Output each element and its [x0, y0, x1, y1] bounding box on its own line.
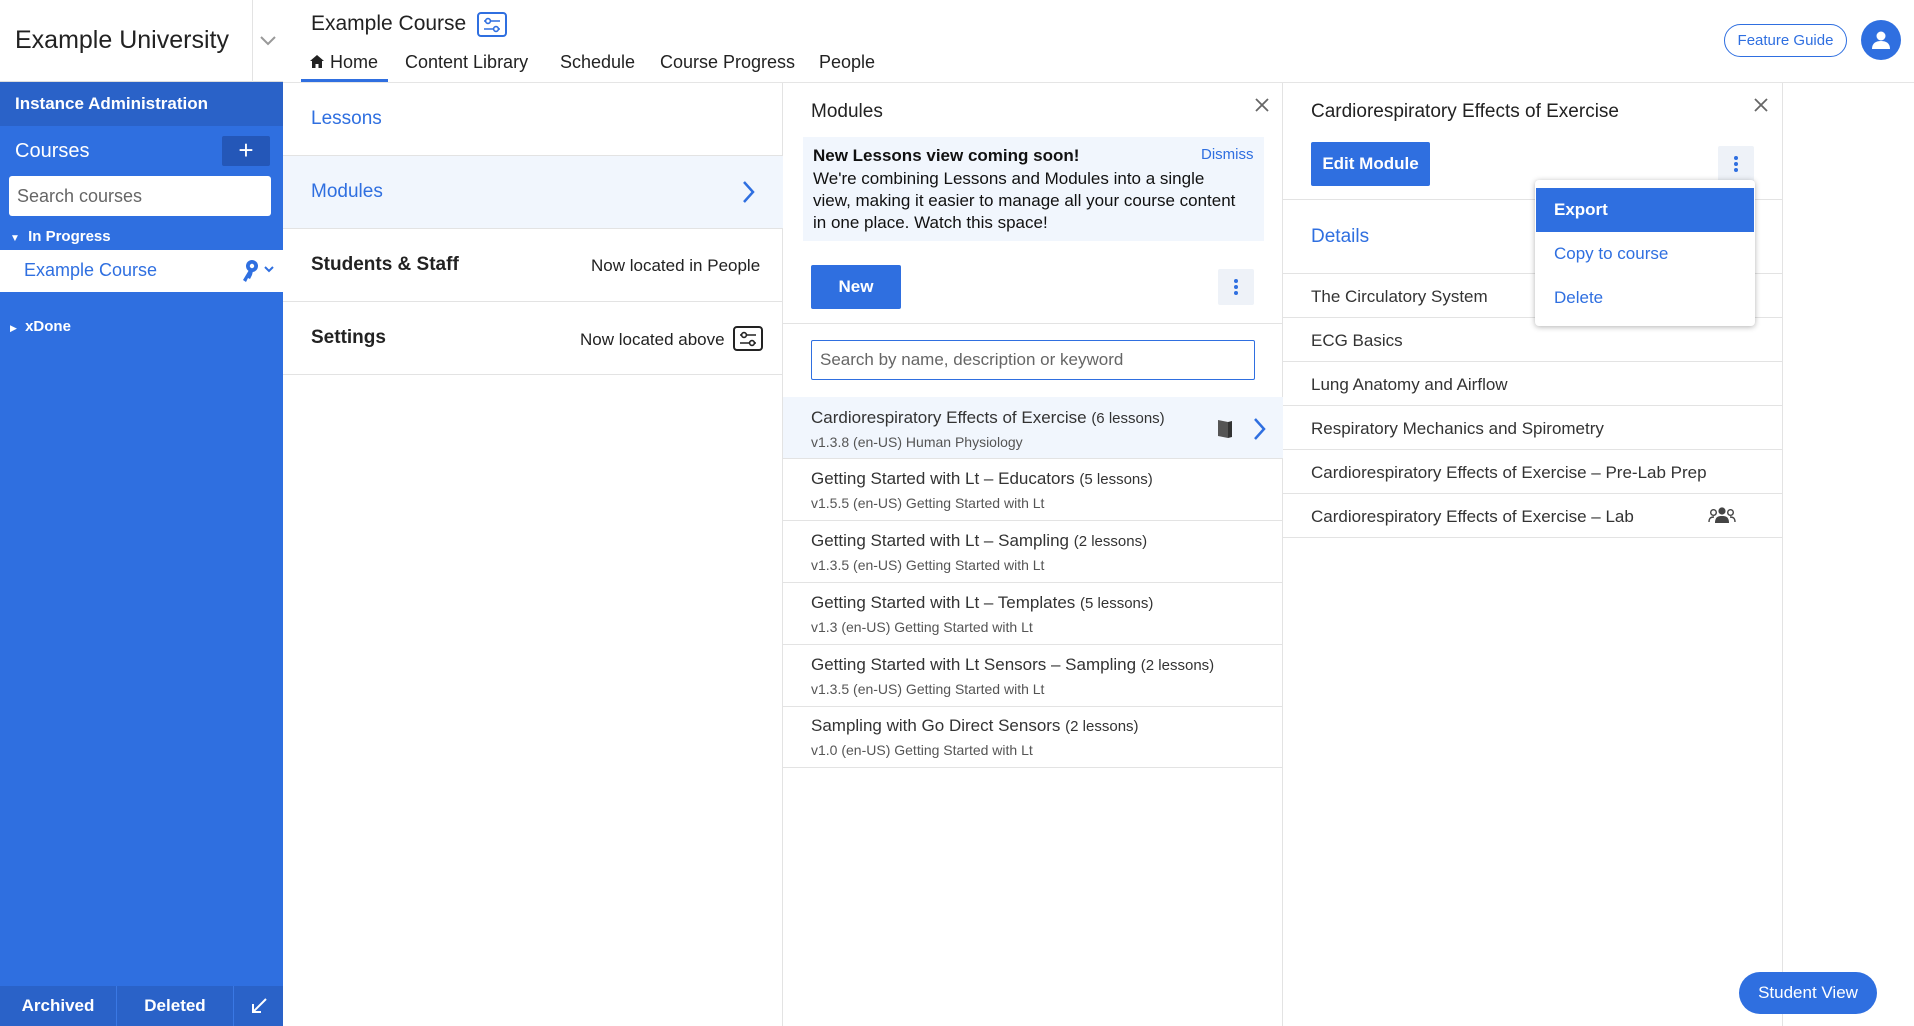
- settings-note: Now located above: [580, 330, 725, 349]
- module-name: Sampling with Go Direct Sensors (2 lesso…: [811, 716, 1139, 735]
- feature-guide-button[interactable]: Feature Guide: [1724, 24, 1847, 57]
- menu-item-copy-to-course[interactable]: Copy to course: [1536, 232, 1754, 276]
- tab-schedule[interactable]: Schedule: [560, 52, 635, 82]
- lesson-name: The Circulatory System: [1311, 287, 1488, 306]
- student-view-button[interactable]: Student View: [1739, 972, 1877, 1014]
- sliders-icon: [484, 17, 500, 32]
- module-meta: v1.3 (en-US) Getting Started with Lt: [811, 619, 1033, 635]
- students-staff-label: Students & Staff: [311, 254, 459, 275]
- module-search-input[interactable]: [811, 340, 1255, 380]
- group-icon: [1708, 506, 1736, 529]
- dismiss-link[interactable]: Dismiss: [1201, 146, 1254, 163]
- add-course-button[interactable]: +: [222, 136, 270, 166]
- close-icon[interactable]: [1252, 95, 1272, 115]
- lesson-name: Lung Anatomy and Airflow: [1311, 375, 1508, 394]
- module-name: Getting Started with Lt – Sampling (2 le…: [811, 531, 1148, 550]
- avatar[interactable]: [1861, 20, 1901, 60]
- course-settings-button[interactable]: [477, 12, 507, 37]
- settings-label: Settings: [311, 327, 386, 348]
- module-meta: v1.3.8 (en-US) Human Physiology: [811, 434, 1023, 450]
- divider: [783, 323, 1283, 324]
- lessons-link[interactable]: Lessons: [311, 108, 382, 130]
- modules-link[interactable]: Modules: [311, 181, 383, 203]
- sliders-icon: [733, 326, 763, 351]
- module-name: Cardiorespiratory Effects of Exercise (6…: [811, 408, 1165, 427]
- module-meta: v1.5.5 (en-US) Getting Started with Lt: [811, 495, 1045, 511]
- institution-name: Example University: [15, 26, 229, 54]
- new-module-button[interactable]: New: [811, 265, 901, 309]
- tab-label: Home: [330, 52, 379, 72]
- menu-item-delete[interactable]: Delete: [1536, 276, 1754, 320]
- group-label: In Progress: [28, 228, 111, 245]
- lesson-name: Cardiorespiratory Effects of Exercise – …: [1311, 463, 1707, 482]
- book-icon: [1215, 418, 1235, 445]
- lesson-name: Cardiorespiratory Effects of Exercise – …: [1311, 507, 1634, 526]
- module-name: Getting Started with Lt – Educators (5 l…: [811, 469, 1153, 488]
- group-xdone[interactable]: ▶ xDone: [10, 318, 71, 335]
- lesson-name: Respiratory Mechanics and Spirometry: [1311, 419, 1604, 438]
- module-meta: v1.0 (en-US) Getting Started with Lt: [811, 742, 1033, 758]
- modules-panel-title: Modules: [811, 101, 883, 122]
- course-item-label: Example Course: [24, 260, 158, 280]
- caret-down-icon: ▼: [10, 233, 20, 244]
- tab-people[interactable]: People: [819, 52, 875, 82]
- collapse-icon[interactable]: [234, 986, 283, 1026]
- search-courses-input[interactable]: [9, 176, 271, 216]
- key-icon[interactable]: [240, 258, 276, 289]
- chevron-right-icon[interactable]: [1252, 417, 1266, 446]
- caret-right-icon: ▶: [10, 323, 17, 333]
- user-icon: [1872, 31, 1890, 49]
- tab-course-progress[interactable]: Course Progress: [660, 52, 795, 82]
- sidebar-footer: Archived Deleted: [0, 986, 283, 1026]
- banner-body: We're combining Lessons and Modules into…: [813, 169, 1236, 232]
- course-title: Example Course: [311, 12, 467, 35]
- archived-button[interactable]: Archived: [0, 986, 117, 1026]
- lesson-name: ECG Basics: [1311, 331, 1403, 350]
- details-tab[interactable]: Details: [1311, 226, 1369, 248]
- close-icon[interactable]: [1751, 95, 1771, 115]
- module-name: Getting Started with Lt – Templates (5 l…: [811, 593, 1154, 612]
- students-staff-note: Now located in People: [591, 256, 761, 275]
- chevron-right-icon: [741, 180, 755, 209]
- deleted-button[interactable]: Deleted: [117, 986, 234, 1026]
- module-meta: v1.3.5 (en-US) Getting Started with Lt: [811, 681, 1045, 697]
- menu-item-export[interactable]: Export: [1536, 188, 1754, 232]
- banner-title: New Lessons view coming soon!: [813, 146, 1080, 165]
- tab-home[interactable]: Home: [301, 52, 388, 82]
- chevron-down-icon[interactable]: [252, 0, 283, 82]
- module-name: Getting Started with Lt Sensors – Sampli…: [811, 655, 1215, 674]
- module-meta: v1.3.5 (en-US) Getting Started with Lt: [811, 557, 1045, 573]
- group-in-progress[interactable]: ▼ In Progress: [10, 228, 111, 245]
- module-detail-title: Cardiorespiratory Effects of Exercise: [1311, 101, 1619, 122]
- edit-module-button[interactable]: Edit Module: [1311, 142, 1430, 186]
- group-label: xDone: [25, 318, 71, 335]
- home-icon: [310, 55, 324, 68]
- courses-heading: Courses: [15, 140, 90, 162]
- instance-administration-link[interactable]: Instance Administration: [0, 82, 283, 126]
- more-options-icon[interactable]: [1218, 269, 1254, 305]
- tab-content-library[interactable]: Content Library: [405, 52, 528, 82]
- more-options-icon[interactable]: [1718, 146, 1754, 182]
